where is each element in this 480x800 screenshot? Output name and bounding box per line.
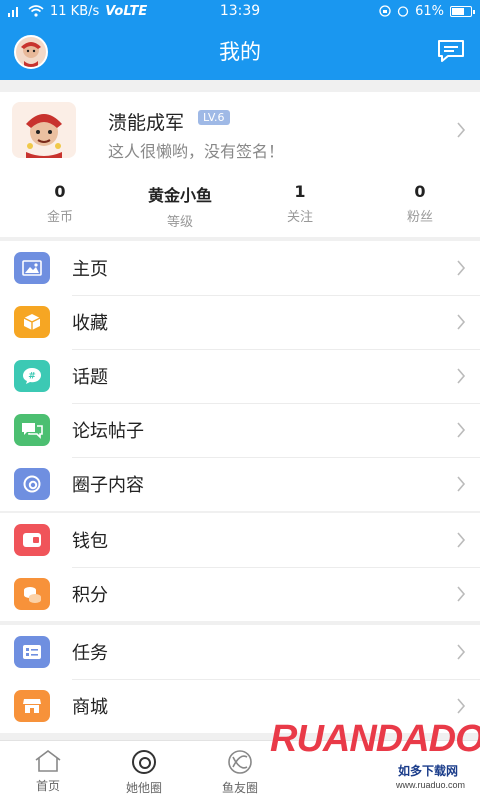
message-icon xyxy=(438,40,464,62)
menu-item-favorites[interactable]: 收藏 xyxy=(0,295,480,349)
chevron-right-icon xyxy=(457,260,466,276)
alarm-icon xyxy=(397,6,409,17)
signal-icon xyxy=(8,7,18,17)
menu-item-label: 圈子内容 xyxy=(72,475,144,496)
user-signature: 这人很懒哟，没有签名！ xyxy=(108,142,285,161)
menu-item-label: 主页 xyxy=(72,259,108,280)
stat-label: 金币 xyxy=(46,210,73,225)
battery-icon xyxy=(450,5,475,17)
menu-item-circle-content[interactable]: 圈子内容 xyxy=(0,457,480,511)
chat-bubbles-icon xyxy=(14,414,50,446)
chevron-right-icon xyxy=(457,422,466,438)
menu-item-label: 话题 xyxy=(72,367,108,388)
store-icon xyxy=(14,690,50,722)
chevron-right-icon xyxy=(457,122,466,138)
stat-value: 黄金小鱼 xyxy=(147,186,212,205)
stat-value: 0 xyxy=(54,182,66,201)
network-type: VoLTE xyxy=(105,3,148,19)
chevron-right-icon xyxy=(457,698,466,714)
stat-following[interactable]: 1 关注 xyxy=(240,182,360,230)
page-title: 我的 xyxy=(219,40,261,64)
svg-text:#: # xyxy=(28,372,36,382)
chevron-right-icon xyxy=(457,644,466,660)
stat-value: 0 xyxy=(414,182,426,201)
compass-icon xyxy=(228,750,252,774)
tab-circle[interactable]: 她他圈 xyxy=(96,741,192,800)
chevron-right-icon xyxy=(457,532,466,548)
menu-item-label: 商城 xyxy=(72,697,108,718)
stat-fans[interactable]: 0 粉丝 xyxy=(360,182,480,230)
stat-level[interactable]: 黄金小鱼 等级 xyxy=(120,182,240,230)
box-icon xyxy=(14,306,50,338)
watermark-logo-text: RUANDADO xyxy=(270,718,480,760)
menu-item-points[interactable]: 积分 xyxy=(0,567,480,621)
wallet-icon xyxy=(14,524,50,556)
ring-icon xyxy=(14,468,50,500)
hashtag-chat-icon: # xyxy=(14,360,50,392)
battery-percent: 61% xyxy=(415,3,444,19)
menu-group-wallet: 钱包 积分 xyxy=(0,513,480,621)
stat-coins[interactable]: 0 金币 xyxy=(0,182,120,230)
title-bar: 我的 xyxy=(0,22,480,80)
chevron-right-icon xyxy=(457,368,466,384)
home-icon xyxy=(35,750,61,772)
coins-icon xyxy=(14,578,50,610)
tab-label: 首页 xyxy=(35,779,60,793)
menu-item-label: 钱包 xyxy=(72,531,108,552)
wifi-icon xyxy=(28,5,44,17)
menu-item-label: 收藏 xyxy=(72,313,108,334)
tab-label: 她他圈 xyxy=(125,781,162,795)
menu-group-tasks: 任务 商城 xyxy=(0,625,480,733)
menu-item-topics[interactable]: # 话题 xyxy=(0,349,480,403)
watermark-logo: RUANDADO 如多下载网 www.ruaduo.com xyxy=(266,718,480,800)
tab-label: 鱼友圈 xyxy=(221,781,258,795)
menu-group-main: 主页 收藏 # 话题 论坛帖子 圈子内容 xyxy=(0,241,480,511)
chevron-right-icon xyxy=(457,586,466,602)
menu-item-homepage[interactable]: 主页 xyxy=(0,241,480,295)
lock-rotation-icon xyxy=(379,5,391,17)
menu-item-forum-posts[interactable]: 论坛帖子 xyxy=(0,403,480,457)
avatar[interactable] xyxy=(12,102,76,158)
level-badge: LV.6 xyxy=(198,110,230,125)
stat-value: 1 xyxy=(294,182,306,201)
menu-item-label: 论坛帖子 xyxy=(72,421,144,442)
image-icon xyxy=(14,252,50,284)
menu-item-label: 积分 xyxy=(72,585,108,606)
stats-row: 0 金币 黄金小鱼 等级 1 关注 0 粉丝 xyxy=(0,182,480,230)
task-list-icon xyxy=(14,636,50,668)
profile-card[interactable]: 溃能成军 LV.6 这人很懒哟，没有签名！ 0 金币 黄金小鱼 等级 1 关注 … xyxy=(0,92,480,237)
network-speed: 11 KB/s xyxy=(50,3,100,19)
menu-item-wallet[interactable]: 钱包 xyxy=(0,513,480,567)
tab-home[interactable]: 首页 xyxy=(0,741,96,800)
status-bar: 11 KB/s VoLTE 13:39 61% xyxy=(0,0,480,22)
menu-item-tasks[interactable]: 任务 xyxy=(0,625,480,679)
watermark-url: www.ruaduo.com xyxy=(396,780,466,790)
watermark-text: 如多下载网 xyxy=(398,764,459,778)
chevron-right-icon xyxy=(457,476,466,492)
avatar-small[interactable] xyxy=(14,35,48,69)
stat-label: 粉丝 xyxy=(406,210,433,225)
stat-label: 等级 xyxy=(166,215,193,230)
stat-label: 关注 xyxy=(286,210,313,225)
circle-icon xyxy=(132,750,156,774)
menu-item-label: 任务 xyxy=(72,643,108,664)
user-name: 溃能成军 xyxy=(108,112,185,134)
message-button[interactable] xyxy=(436,38,466,64)
chevron-right-icon xyxy=(457,314,466,330)
